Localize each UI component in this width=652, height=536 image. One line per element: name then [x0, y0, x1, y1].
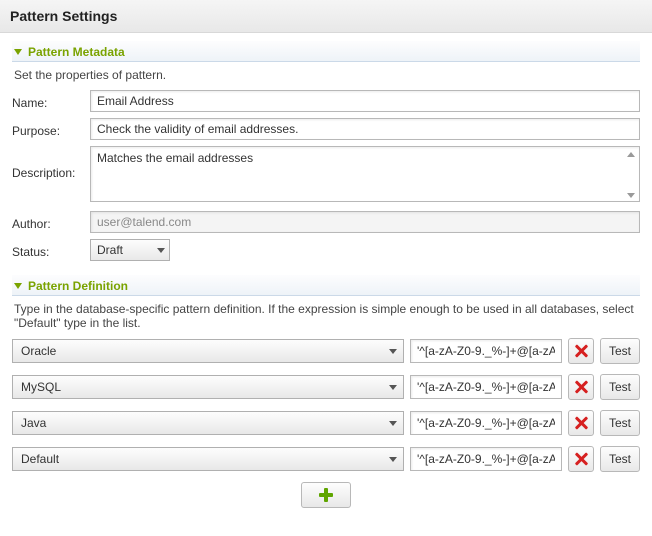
label-status: Status:	[12, 242, 90, 259]
delete-button[interactable]	[568, 446, 594, 472]
label-name: Name:	[12, 93, 90, 110]
chevron-down-icon	[389, 385, 397, 390]
delete-button[interactable]	[568, 410, 594, 436]
definition-row: MySQL Test	[12, 374, 640, 400]
test-button[interactable]: Test	[600, 410, 640, 436]
expression-field[interactable]	[410, 411, 562, 435]
name-field[interactable]	[90, 90, 640, 112]
test-button[interactable]: Test	[600, 446, 640, 472]
section-title-metadata: Pattern Metadata	[28, 45, 125, 59]
test-button-label: Test	[609, 416, 631, 430]
page-title: Pattern Settings	[0, 0, 652, 33]
expression-field[interactable]	[410, 375, 562, 399]
expression-field[interactable]	[410, 447, 562, 471]
section-header-metadata[interactable]: Pattern Metadata	[12, 41, 640, 62]
section-desc-metadata: Set the properties of pattern.	[12, 64, 640, 90]
db-type-value: Default	[21, 452, 59, 466]
definition-row: Default Test	[12, 446, 640, 472]
test-button[interactable]: Test	[600, 374, 640, 400]
db-type-select[interactable]: Java	[12, 411, 404, 435]
section-header-definition[interactable]: Pattern Definition	[12, 275, 640, 296]
delete-button[interactable]	[568, 338, 594, 364]
close-icon	[574, 344, 588, 358]
description-field[interactable]	[90, 146, 640, 202]
definition-row: Oracle Test	[12, 338, 640, 364]
test-button-label: Test	[609, 452, 631, 466]
chevron-down-icon	[389, 421, 397, 426]
db-type-select[interactable]: Default	[12, 447, 404, 471]
add-button[interactable]	[301, 482, 351, 508]
definition-rows: Oracle Test MySQL	[12, 338, 640, 472]
delete-button[interactable]	[568, 374, 594, 400]
chevron-down-icon	[14, 283, 22, 289]
definition-row: Java Test	[12, 410, 640, 436]
chevron-down-icon	[14, 49, 22, 55]
section-title-definition: Pattern Definition	[28, 279, 128, 293]
test-button-label: Test	[609, 344, 631, 358]
db-type-select[interactable]: MySQL	[12, 375, 404, 399]
close-icon	[574, 380, 588, 394]
chevron-down-icon	[389, 349, 397, 354]
content-area: Pattern Metadata Set the properties of p…	[0, 33, 652, 528]
purpose-field[interactable]	[90, 118, 640, 140]
expression-field[interactable]	[410, 339, 562, 363]
status-select-value: Draft	[97, 243, 123, 257]
chevron-down-icon	[389, 457, 397, 462]
db-type-value: Java	[21, 416, 46, 430]
author-field	[90, 211, 640, 233]
close-icon	[574, 452, 588, 466]
section-desc-definition: Type in the database-specific pattern de…	[12, 298, 640, 338]
plus-icon	[319, 488, 333, 502]
page-title-text: Pattern Settings	[10, 8, 117, 24]
close-icon	[574, 416, 588, 430]
db-type-value: Oracle	[21, 344, 56, 358]
chevron-down-icon	[157, 248, 165, 253]
db-type-value: MySQL	[21, 380, 61, 394]
db-type-select[interactable]: Oracle	[12, 339, 404, 363]
test-button-label: Test	[609, 380, 631, 394]
label-purpose: Purpose:	[12, 121, 90, 138]
main-scroll[interactable]: Pattern Settings Pattern Metadata Set th…	[0, 0, 652, 536]
test-button[interactable]: Test	[600, 338, 640, 364]
label-description: Description:	[12, 146, 90, 180]
status-select[interactable]: Draft	[90, 239, 170, 261]
label-author: Author:	[12, 214, 90, 231]
